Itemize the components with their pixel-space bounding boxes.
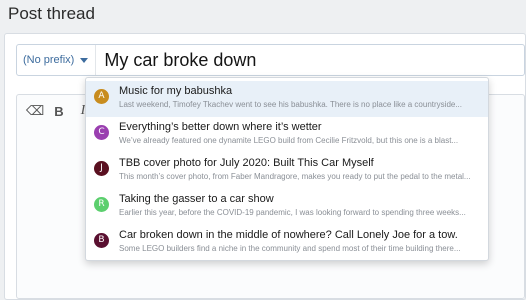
suggestion-item[interactable]: B Car broken down in the middle of nowhe… [86, 225, 488, 261]
eraser-icon[interactable]: ⌫ [26, 103, 44, 119]
suggestion-item[interactable]: R Taking the gasser to a car show Earlie… [86, 189, 488, 225]
suggestion-title: Music for my babushka [119, 85, 233, 97]
prefix-dropdown[interactable]: (No prefix) [17, 45, 97, 75]
chevron-down-icon [80, 57, 89, 63]
page-title: Post thread [8, 4, 95, 23]
bold-button[interactable]: B [51, 103, 67, 119]
suggestion-snippet: Some LEGO builders find a niche in the c… [119, 244, 461, 253]
suggestion-snippet: Earlier this year, before the COVID-19 p… [119, 208, 466, 217]
suggestion-snippet: This month’s cover photo, from Faber Man… [119, 172, 471, 181]
suggestion-title: Car broken down in the middle of nowhere… [119, 229, 458, 241]
prefix-label: (No prefix) [23, 54, 75, 66]
avatar: C [94, 125, 109, 140]
suggestion-item[interactable]: J TBB cover photo for July 2020: Built T… [86, 153, 488, 189]
thread-title-input[interactable] [96, 45, 524, 75]
suggestion-title: Taking the gasser to a car show [119, 193, 274, 205]
title-row: (No prefix) [16, 44, 525, 76]
avatar: B [94, 233, 109, 248]
suggestion-title: Everything’s better down where it’s wett… [119, 121, 322, 133]
avatar: A [94, 89, 109, 104]
suggestion-snippet: We’ve already featured one dynamite LEGO… [119, 136, 459, 145]
suggestion-item[interactable]: C Everything’s better down where it’s we… [86, 117, 488, 153]
suggestion-title: TBB cover photo for July 2020: Built Thi… [119, 157, 374, 169]
avatar: J [94, 161, 109, 176]
suggestion-item[interactable]: A Music for my babushka Last weekend, Ti… [86, 81, 488, 117]
suggestion-snippet: Last weekend, Timofey Tkachev went to se… [119, 100, 463, 109]
similar-threads-dropdown: A Music for my babushka Last weekend, Ti… [85, 77, 489, 261]
avatar: R [94, 197, 109, 212]
